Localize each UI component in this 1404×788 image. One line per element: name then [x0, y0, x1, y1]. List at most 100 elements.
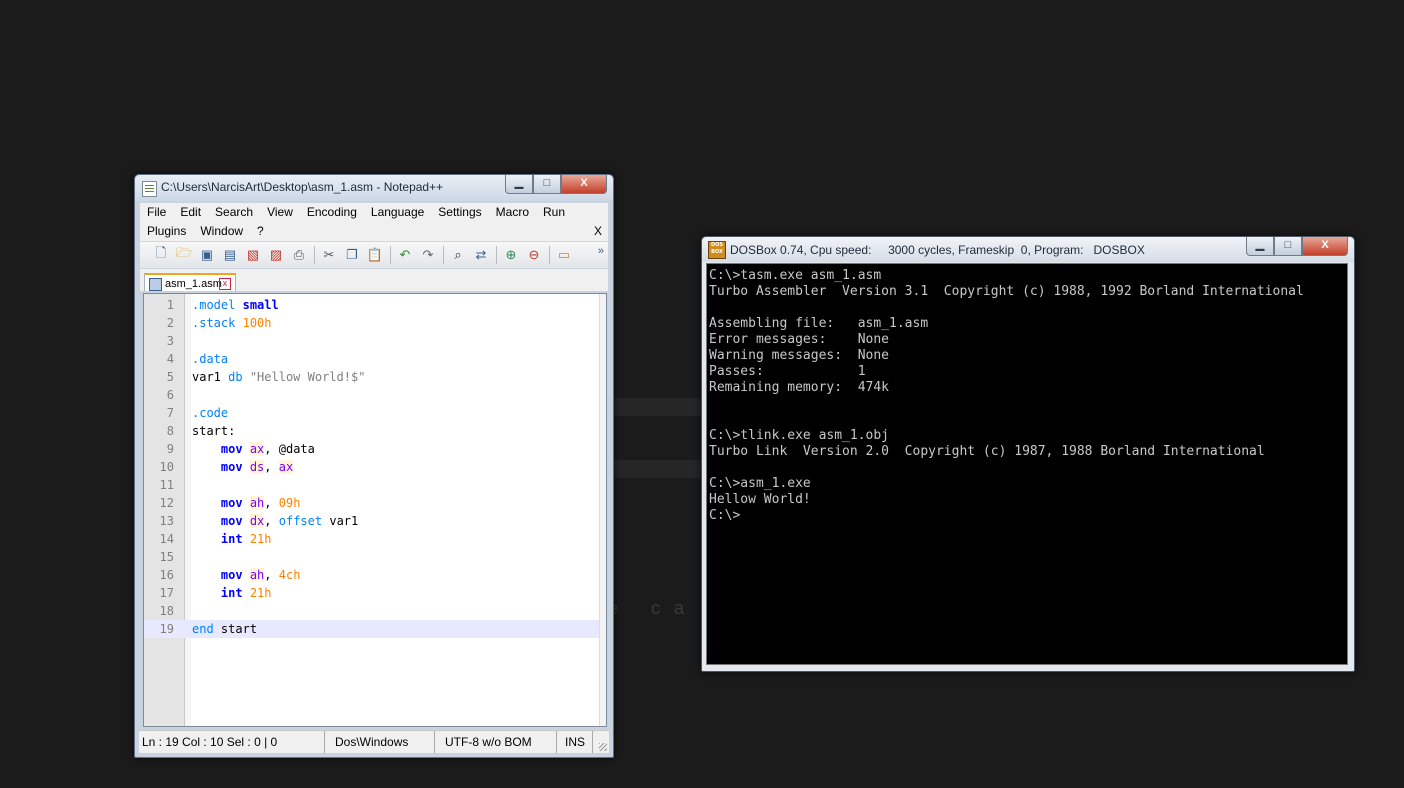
minimize-button[interactable]: ▁: [505, 175, 533, 194]
code-line[interactable]: 17 int 21h: [144, 584, 600, 602]
zoom-in-icon[interactable]: ⊕: [502, 246, 520, 264]
toolbar-separator: [496, 246, 497, 264]
dosbox-app-icon[interactable]: DOS BOX: [708, 241, 726, 259]
code-line[interactable]: 6: [144, 386, 600, 404]
console-line: Error messages: None: [709, 332, 890, 347]
code-text: .data: [192, 352, 229, 366]
close-all-icon[interactable]: ▨: [267, 246, 285, 264]
code-line[interactable]: 5 var1 db "Hellow World!$": [144, 368, 600, 386]
menu-help[interactable]: ?: [250, 222, 271, 240]
tab-close-icon[interactable]: x: [219, 278, 231, 290]
maximize-button[interactable]: □: [533, 175, 561, 194]
dosbox-window: DOS BOX DOSBox 0.74, Cpu speed: 3000 cyc…: [701, 236, 1355, 672]
code-line[interactable]: 1 .model small: [144, 296, 600, 314]
close-document-button[interactable]: X: [594, 222, 602, 240]
replace-icon[interactable]: ⇄: [472, 246, 490, 264]
close-button[interactable]: X: [1302, 237, 1348, 256]
line-number: 8: [166, 424, 174, 438]
console-line: C:\>asm_1.exe: [709, 476, 811, 491]
code-line[interactable]: 7 .code: [144, 404, 600, 422]
menu-edit[interactable]: Edit: [173, 203, 208, 221]
code-text: mov dx, offset var1: [220, 514, 359, 528]
code-line[interactable]: 16 mov ah, 4ch: [144, 566, 600, 584]
redo-icon[interactable]: ↷: [419, 246, 437, 264]
menu-file[interactable]: File: [140, 203, 173, 221]
paste-icon[interactable]: 📋: [366, 246, 384, 264]
code-line[interactable]: 3: [144, 332, 600, 350]
code-text: .stack 100h: [192, 316, 272, 330]
status-position: Ln : 19 Col : 10 Sel : 0 | 0: [139, 731, 325, 753]
code-line[interactable]: 11: [144, 476, 600, 494]
menu-plugins[interactable]: Plugins: [140, 222, 193, 240]
code-line[interactable]: 9 mov ax, @data: [144, 440, 600, 458]
desktop-faded-text: e ca: [608, 598, 699, 618]
code-text: start:: [192, 424, 236, 438]
tab-label: asm_1.asm: [165, 278, 222, 290]
menu-language[interactable]: Language: [364, 203, 431, 221]
toolbar-more-button[interactable]: »: [598, 245, 604, 257]
menu-run[interactable]: Run: [536, 203, 572, 221]
code-line[interactable]: 4 .data: [144, 350, 600, 368]
dosbox-title-bar[interactable]: DOS BOX DOSBox 0.74, Cpu speed: 3000 cyc…: [702, 237, 1354, 262]
toolbar-separator: [549, 246, 550, 264]
code-text: .model small: [192, 298, 279, 312]
line-number: 17: [159, 586, 174, 600]
tab-asm-1[interactable]: asm_1.asm x: [144, 273, 236, 291]
new-file-icon[interactable]: 🗋: [152, 245, 170, 264]
vertical-scrollbar[interactable]: [599, 294, 606, 726]
menu-macro[interactable]: Macro: [489, 203, 536, 221]
find-icon[interactable]: ⌕: [449, 246, 467, 264]
console-line: Turbo Link Version 2.0 Copyright (c) 198…: [709, 444, 1265, 459]
line-number: 3: [166, 334, 174, 348]
code-line[interactable]: 10 mov ds, ax: [144, 458, 600, 476]
menu-search[interactable]: Search: [208, 203, 260, 221]
menu-settings[interactable]: Settings: [431, 203, 488, 221]
console-line: Hellow World!: [709, 492, 811, 507]
code-line[interactable]: 14 int 21h: [144, 530, 600, 548]
notepad-window-title: C:\Users\NarcisArt\Desktop\asm_1.asm - N…: [161, 180, 444, 194]
close-icon[interactable]: ▧: [244, 246, 262, 264]
minimize-button[interactable]: ▁: [1246, 237, 1274, 256]
undo-icon[interactable]: ↶: [396, 246, 414, 264]
tab-bar: asm_1.asm x: [140, 269, 608, 291]
code-line[interactable]: 2 .stack 100h: [144, 314, 600, 332]
notepad-app-icon[interactable]: [142, 181, 157, 197]
code-text: mov ah, 4ch: [220, 568, 301, 582]
code-line[interactable]: 8 start:: [144, 422, 600, 440]
maximize-button[interactable]: □: [1274, 237, 1302, 256]
code-line[interactable]: 19 end start: [144, 620, 600, 638]
line-number: 13: [159, 514, 174, 528]
menu-view[interactable]: View: [260, 203, 300, 221]
desktop-band: [612, 398, 701, 416]
toolbar-separator: [443, 246, 444, 264]
code-line[interactable]: 12 mov ah, 09h: [144, 494, 600, 512]
status-insert-mode: INS: [561, 731, 593, 753]
print-icon[interactable]: ⎙: [290, 246, 308, 264]
save-icon[interactable]: ▣: [198, 246, 216, 264]
console-line: C:\>: [709, 508, 741, 523]
open-file-icon[interactable]: 🗁: [175, 245, 193, 264]
console-line: Warning messages: None: [709, 348, 890, 363]
line-number: 16: [159, 568, 174, 582]
copy-icon[interactable]: ❐: [343, 246, 361, 264]
code-line[interactable]: 18: [144, 602, 600, 620]
code-line[interactable]: 13 mov dx, offset var1: [144, 512, 600, 530]
notepad-title-bar[interactable]: C:\Users\NarcisArt\Desktop\asm_1.asm - N…: [135, 175, 613, 201]
cut-icon[interactable]: ✂: [320, 246, 338, 264]
sync-icon[interactable]: ▭: [555, 246, 573, 264]
line-number: 1: [166, 298, 174, 312]
menu-encoding[interactable]: Encoding: [300, 203, 364, 221]
menu-window[interactable]: Window: [193, 222, 250, 240]
close-button[interactable]: X: [561, 175, 607, 194]
code-editor[interactable]: 1 .model small 2 .stack 100h 3 4 .data 5 var1 db…: [143, 293, 607, 727]
code-text: int 21h: [220, 532, 272, 546]
code-line[interactable]: 15: [144, 548, 600, 566]
line-number: 6: [166, 388, 174, 402]
resize-grip[interactable]: [599, 743, 607, 751]
toolbar: 🗋 🗁 ▣ ▤ ▧ ▨ ⎙ ✂ ❐ 📋 ↶ ↷ ⌕ ⇄ ⊕ ⊖ ▭ »: [140, 241, 608, 268]
save-all-icon[interactable]: ▤: [221, 246, 239, 264]
status-bar: Ln : 19 Col : 10 Sel : 0 | 0 Dos\Windows…: [139, 730, 609, 753]
zoom-out-icon[interactable]: ⊖: [525, 246, 543, 264]
dos-console[interactable]: C:\>tasm.exe asm_1.asm Turbo Assembler Ve…: [706, 263, 1348, 665]
desktop-band: [612, 460, 701, 478]
